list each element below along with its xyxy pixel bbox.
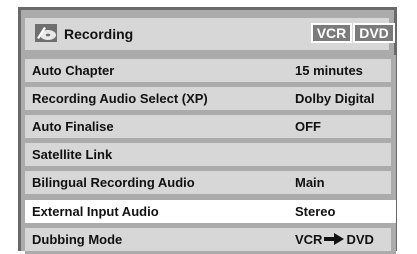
dubbing-source: VCR [295,232,323,247]
menu-item-label: External Input Audio [32,204,159,219]
menu-item-bilingual-recording-audio[interactable]: Bilingual Recording Audio Main [25,171,391,194]
menu-item-value: OFF [295,119,321,134]
menu-item-value: Dolby Digital [295,91,375,106]
dvd-mode-badge[interactable]: DVD [353,23,395,43]
menu-item-label: Satellite Link [32,147,113,162]
menu-item-value: Main [295,175,325,190]
recording-menu: Recording VCR DVD Auto Chapter 15 minute… [18,7,397,254]
dubbing-mode-value: VCR DVD [295,232,374,248]
menu-item-dubbing-mode[interactable]: Dubbing Mode VCR DVD [25,228,391,251]
menu-item-value: 15 minutes [295,63,363,78]
settings-list: Auto Chapter 15 minutes Recording Audio … [25,55,396,254]
dubbing-target: DVD [346,232,374,247]
menu-item-label: Recording Audio Select (XP) [32,91,208,106]
menu-item-value: Stereo [295,204,336,219]
menu-item-satellite-link[interactable]: Satellite Link [25,143,391,166]
menu-item-external-input-audio[interactable]: External Input Audio Stereo [25,200,396,223]
menu-item-label: Dubbing Mode [32,232,123,247]
menu-title-bar: Recording VCR DVD [25,18,395,50]
menu-item-auto-finalise[interactable]: Auto Finalise OFF [25,115,391,138]
recording-disc-icon [35,24,57,42]
menu-item-label: Auto Finalise [32,119,114,134]
menu-item-label: Auto Chapter [32,63,115,78]
menu-item-label: Bilingual Recording Audio [32,175,195,190]
vcr-mode-badge[interactable]: VCR [311,23,352,43]
menu-title: Recording [64,26,134,42]
right-arrow-icon [324,233,345,248]
menu-item-auto-chapter[interactable]: Auto Chapter 15 minutes [25,59,391,82]
menu-item-recording-audio-select[interactable]: Recording Audio Select (XP) Dolby Digita… [25,87,391,110]
